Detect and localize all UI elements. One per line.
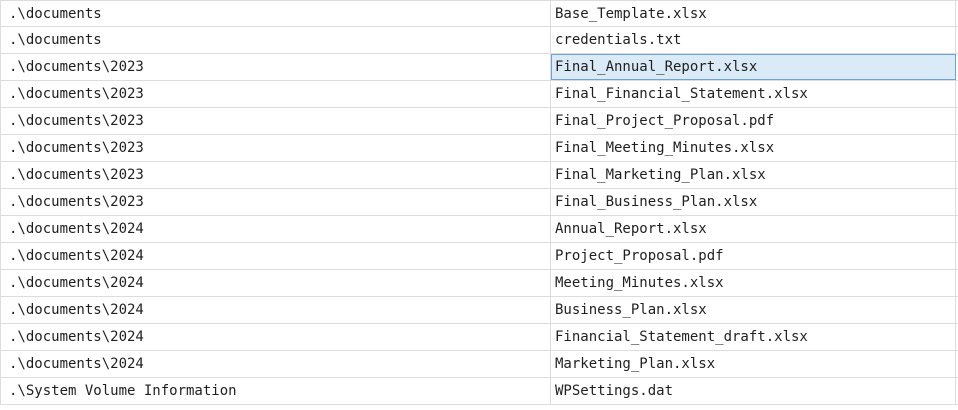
table-row[interactable]: .\documents\2024 Marketing_Plan.xlsx: [0, 351, 958, 378]
table-row[interactable]: .\System Volume Information WPSettings.d…: [0, 378, 958, 405]
filename-cell[interactable]: Project_Proposal.pdf: [551, 243, 956, 269]
path-cell[interactable]: .\documents: [0, 1, 551, 26]
filename-cell[interactable]: Business_Plan.xlsx: [551, 297, 956, 323]
table-row[interactable]: .\documents credentials.txt: [0, 27, 958, 54]
path-cell[interactable]: .\documents\2023: [0, 189, 551, 215]
path-cell[interactable]: .\documents\2023: [0, 54, 551, 80]
filename-cell-selected[interactable]: Final_Annual_Report.xlsx: [551, 54, 956, 80]
table-row[interactable]: .\documents\2023 Final_Business_Plan.xls…: [0, 189, 958, 216]
filename-cell[interactable]: credentials.txt: [551, 27, 956, 53]
filename-cell[interactable]: Financial_Statement_draft.xlsx: [551, 324, 956, 350]
filename-cell[interactable]: Annual_Report.xlsx: [551, 216, 956, 242]
path-cell[interactable]: .\System Volume Information: [0, 378, 551, 404]
path-cell[interactable]: .\documents\2024: [0, 216, 551, 242]
table-row[interactable]: .\documents\2023 Final_Financial_Stateme…: [0, 81, 958, 108]
path-cell[interactable]: .\documents\2024: [0, 243, 551, 269]
path-cell[interactable]: .\documents\2024: [0, 297, 551, 323]
path-cell[interactable]: .\documents\2023: [0, 135, 551, 161]
filename-cell[interactable]: Final_Business_Plan.xlsx: [551, 189, 956, 215]
table-row[interactable]: .\documents\2024 Financial_Statement_dra…: [0, 324, 958, 351]
filename-cell[interactable]: Final_Project_Proposal.pdf: [551, 108, 956, 134]
path-cell[interactable]: .\documents\2023: [0, 162, 551, 188]
filename-cell[interactable]: Meeting_Minutes.xlsx: [551, 270, 956, 296]
filename-cell[interactable]: WPSettings.dat: [551, 378, 956, 404]
table-row[interactable]: .\documents\2023 Final_Project_Proposal.…: [0, 108, 958, 135]
path-cell[interactable]: .\documents\2024: [0, 270, 551, 296]
filename-cell[interactable]: Base_Template.xlsx: [551, 1, 956, 26]
file-list-grid: .\documents Base_Template.xlsx .\documen…: [0, 0, 958, 410]
path-cell[interactable]: .\documents\2023: [0, 108, 551, 134]
table-row[interactable]: .\documents\2023 Final_Meeting_Minutes.x…: [0, 135, 958, 162]
path-cell[interactable]: .\documents\2023: [0, 81, 551, 107]
table-row[interactable]: .\documents\2023 Final_Marketing_Plan.xl…: [0, 162, 958, 189]
table-row[interactable]: .\documents\2024 Annual_Report.xlsx: [0, 216, 958, 243]
table-row[interactable]: .\documents\2024 Project_Proposal.pdf: [0, 243, 958, 270]
filename-cell[interactable]: Final_Marketing_Plan.xlsx: [551, 162, 956, 188]
path-cell[interactable]: .\documents\2024: [0, 351, 551, 377]
path-cell[interactable]: .\documents\2024: [0, 324, 551, 350]
path-cell[interactable]: .\documents: [0, 27, 551, 53]
filename-cell[interactable]: Final_Financial_Statement.xlsx: [551, 81, 956, 107]
table-row[interactable]: .\documents\2024 Business_Plan.xlsx: [0, 297, 958, 324]
filename-cell[interactable]: Marketing_Plan.xlsx: [551, 351, 956, 377]
table-row[interactable]: .\documents\2024 Meeting_Minutes.xlsx: [0, 270, 958, 297]
table-row[interactable]: .\documents Base_Template.xlsx: [0, 0, 958, 27]
table-row[interactable]: .\documents\2023 Final_Annual_Report.xls…: [0, 54, 958, 81]
filename-cell[interactable]: Final_Meeting_Minutes.xlsx: [551, 135, 956, 161]
